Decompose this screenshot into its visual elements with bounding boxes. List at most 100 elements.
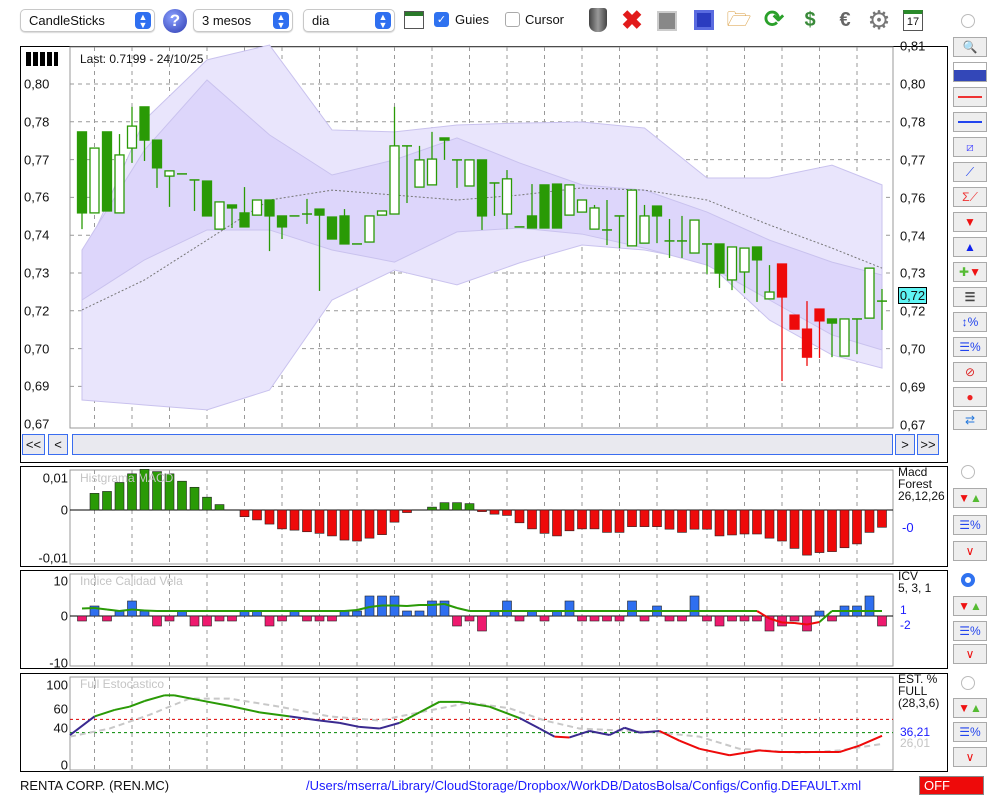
candle-body [201,180,213,217]
signal-arrows-icon[interactable]: ▼▲ [953,698,987,718]
icv-bar [539,615,550,622]
zoom-icon[interactable]: 🔍 [953,37,987,57]
candle-body [364,215,375,243]
candle-body [76,131,88,214]
macd-bar [514,509,525,524]
y-axis-label-right: 0,80 [900,76,926,92]
candle-body [826,318,838,324]
candle-body [626,189,638,247]
trend-line-icon[interactable]: ⟋ [953,162,987,182]
y-axis-label-left: 0,69 [24,378,50,394]
icv-signal-line [344,609,358,612]
add-signal-icon[interactable]: ✚▼ [953,262,987,282]
candle-body [564,184,575,216]
volume-chart-icon[interactable] [953,62,987,82]
stoch-k-line [699,747,730,757]
sell-arrow-icon[interactable]: ▼ [953,212,987,232]
candle-body [651,205,663,217]
range-percent-icon[interactable]: ↕% [953,312,987,332]
macd-bar [764,509,775,539]
signal-arrows-icon[interactable]: ▼▲ [953,596,987,616]
candle-body [114,154,125,214]
nav-first-button[interactable]: << [22,434,45,455]
stoch-y-label: 60 [53,701,68,717]
crossover-icon[interactable]: ∨ [953,541,987,561]
macd-bar [789,509,800,549]
legend-line: (28,3,6) [898,696,940,710]
macd-bar [89,493,100,511]
icv-signal-line [431,603,445,606]
macd-bar [702,509,712,530]
icv-radio[interactable] [961,573,975,587]
candle-body [714,243,725,274]
volume-toggle-icon[interactable] [26,52,58,66]
signal-arrows-icon[interactable]: ▼▲ [953,488,987,508]
candle-body [339,215,350,245]
icv-bar [864,595,875,617]
icv-bar [689,595,700,617]
stoch-k-line [259,711,290,718]
nav-next-button[interactable]: > [895,434,915,455]
icv-bar [577,615,587,622]
stochastic-radio[interactable] [961,676,975,690]
sum-trend-line-icon[interactable]: Σ⟋ [953,187,987,207]
stoch-y-label: 40 [53,720,68,736]
icv-bar [152,615,162,627]
icv-bar [789,615,800,622]
icv-bar [514,615,525,622]
candle-body [251,199,263,216]
icv-bar [627,600,637,617]
record-icon[interactable]: ● [953,387,987,407]
macd-bar [752,509,762,535]
icv-bar [714,615,725,627]
macd-bar [627,509,637,527]
macd-bar [727,509,737,536]
dashed-lines-icon[interactable]: ☰ [953,287,987,307]
icv-bar [452,615,462,627]
status-off-button[interactable]: OFF [919,776,984,795]
candle-body [839,318,850,357]
icv-bar [402,610,412,617]
stoch-k-line [379,721,400,730]
icv-bar [727,615,737,622]
icv-legend: ICV 5, 3, 1 [898,570,931,594]
macd-bar [264,509,275,525]
candle-body [164,170,175,177]
icv-bar [202,615,212,627]
y-axis-label-left: 0,77 [24,152,50,168]
stochastic-title: Full Estocastico [80,677,165,691]
nav-prev-button[interactable]: < [48,434,68,455]
crossover-icon[interactable]: ∨ [953,747,987,767]
icv-bar [827,615,837,622]
stoch-k-line [519,717,540,730]
macd-radio[interactable] [961,465,975,479]
icv-signal-line [781,621,795,624]
red-horizontal-line-icon[interactable] [953,87,987,107]
macd-bar [539,509,550,534]
stoch-k-line [679,739,700,750]
candle-body [751,246,763,261]
icv-y-label: -10 [49,655,68,671]
stoch-k-line [94,708,115,718]
crossover-icon[interactable]: ∨ [953,644,987,664]
buy-arrow-icon[interactable]: ▲ [953,237,987,257]
lines-percent-icon[interactable]: ☰% [953,515,987,535]
y-axis-label-right: 0,77 [900,152,926,168]
channel-line-icon[interactable]: ⧄ [953,137,987,157]
timeline-scrollbar[interactable] [72,434,893,455]
icv-bar [589,615,600,622]
blue-horizontal-line-icon[interactable] [953,112,987,132]
nav-last-button[interactable]: >> [917,434,939,455]
sync-icon[interactable]: ⇄ [953,410,987,430]
lines-percent-icon[interactable]: ☰% [953,722,987,742]
icv-signal-line [131,608,145,612]
y-axis-label-left: 0,70 [24,341,50,357]
forbidden-icon[interactable]: ⊘ [953,362,987,382]
stoch-y-label: 0 [60,757,68,773]
macd-bar [489,509,500,515]
config-path-link[interactable]: /Users/mserra/Library/CloudStorage/Dropb… [306,778,861,793]
macd-bar [352,509,362,542]
lines-percent-icon[interactable]: ☰% [953,621,987,641]
icv-value-2: -2 [900,618,911,632]
lines-percent-icon[interactable]: ☰% [953,337,987,357]
